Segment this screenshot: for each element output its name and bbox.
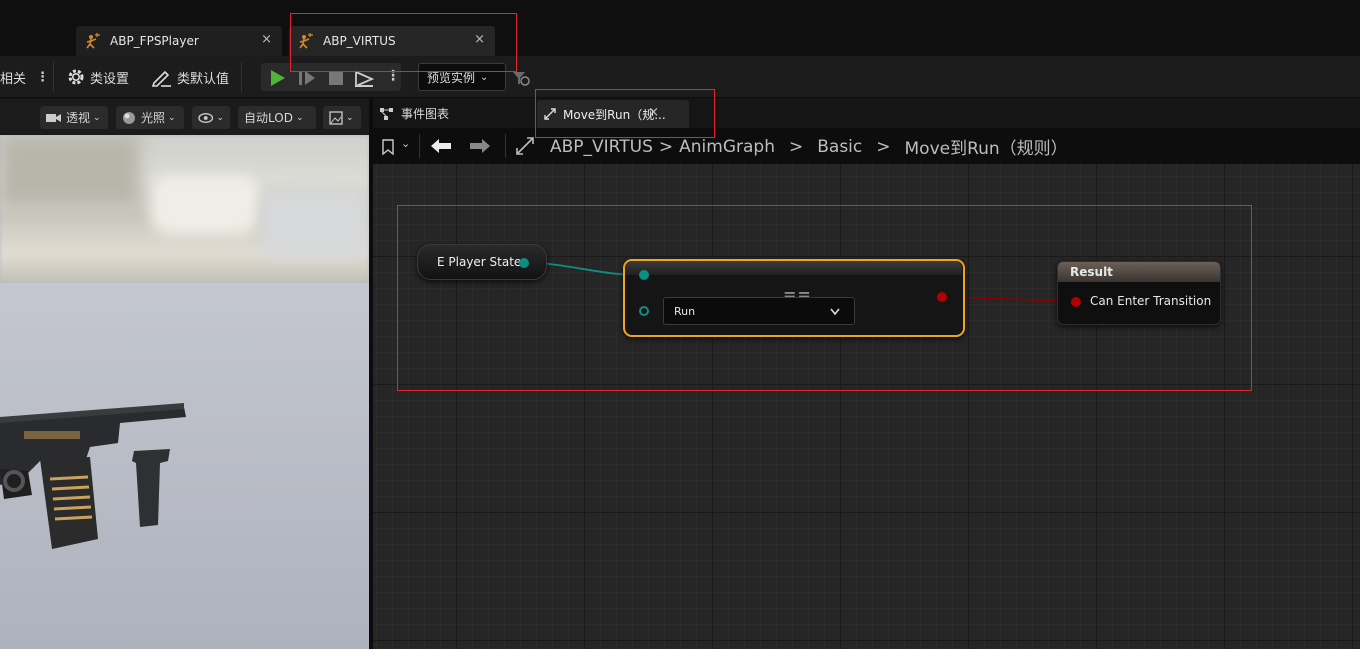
tab-move-to-run-rule[interactable]: Move到Run（规... × <box>537 100 689 128</box>
edit-defaults-icon <box>151 70 171 87</box>
breadcrumb-separator: > <box>788 136 804 157</box>
step-icon[interactable] <box>297 68 317 88</box>
tab-label: 事件图表 <box>401 107 450 121</box>
related-label: 相关 <box>0 71 27 87</box>
eye-icon <box>198 112 214 123</box>
document-tab-bar: ABP_FPSPlayer × ABP_VIRTUS × <box>0 0 1360 56</box>
breadcrumb-item[interactable]: AnimGraph <box>679 137 775 157</box>
more-options-icon[interactable]: ⋮ <box>36 70 49 85</box>
class-defaults-button[interactable]: 类默认值 <box>151 64 229 90</box>
anim-blueprint-icon <box>299 33 313 49</box>
node-title: Result <box>1070 265 1113 279</box>
graph-tab-bar: 事件图表 Move到Run（规... × <box>373 99 1360 128</box>
image-icon <box>329 110 343 125</box>
breadcrumb-separator: > <box>876 136 891 157</box>
toolbar-divider <box>53 62 54 92</box>
chevron-down-icon: ⌄ <box>295 112 304 123</box>
chevron-down-icon: ⌄ <box>346 112 354 123</box>
tab-abp-virtus[interactable]: ABP_VIRTUS × <box>289 26 495 56</box>
transition-icon <box>544 108 556 120</box>
debug-filter-icon[interactable] <box>511 68 531 88</box>
preview-viewport[interactable]: 透视 ⌄ 光照 ⌄ ⌄ 自动LOD ⌄ ⌄ <box>0 99 369 649</box>
perspective-label: 透视 <box>66 111 91 125</box>
enum-input-pin-a[interactable] <box>639 270 649 280</box>
pin-label: Can Enter Transition <box>1090 294 1212 308</box>
class-settings-button[interactable]: 类设置 <box>66 64 129 90</box>
chevron-down-icon: ⌄ <box>216 112 224 123</box>
enum-value-dropdown[interactable]: Run <box>663 297 855 325</box>
class-defaults-label: 类默认值 <box>177 71 230 87</box>
player-state-variable-node[interactable]: E Player State <box>417 244 547 280</box>
close-icon[interactable]: × <box>474 32 485 47</box>
event-graph-icon <box>380 107 393 120</box>
chevron-down-icon <box>830 308 840 316</box>
camera-icon <box>46 113 61 122</box>
bool-output-pin[interactable] <box>937 292 947 302</box>
tab-event-graph[interactable]: 事件图表 <box>379 105 449 122</box>
eject-icon[interactable] <box>353 68 375 88</box>
transition-icon <box>516 137 534 155</box>
breadcrumb-separator: > <box>658 136 674 157</box>
lod-label: 自动LOD <box>244 111 293 125</box>
breadcrumb-item[interactable]: ABP_VIRTUS <box>550 137 653 157</box>
toolbar-divider <box>241 62 242 92</box>
graph-canvas[interactable]: E Player State == Run Result Can Enter T… <box>373 164 1360 649</box>
equal-enum-node[interactable]: == Run <box>623 259 965 337</box>
toolbar-divider <box>505 134 506 158</box>
breadcrumb-item[interactable]: Basic <box>817 137 862 157</box>
play-icon[interactable] <box>268 68 288 88</box>
close-icon[interactable]: × <box>261 32 272 47</box>
screen-percentage-button[interactable]: ⌄ <box>323 106 361 129</box>
main-toolbar: 相关 ⋮ 类设置 类默认值 ⋮ 预览实例 ⌄ <box>0 56 1360 98</box>
lit-sphere-icon <box>123 111 135 124</box>
gear-icon <box>68 69 84 85</box>
chevron-down-icon: ⌄ <box>93 112 101 123</box>
node-label: E Player State <box>437 255 522 269</box>
show-button[interactable]: ⌄ <box>192 106 230 129</box>
related-button[interactable]: 相关 ⋮ <box>0 64 49 90</box>
lighting-label: 光照 <box>141 111 166 125</box>
stop-icon[interactable] <box>326 68 346 88</box>
graph-navigation-bar: ⌄ ABP_VIRTUS > AnimGraph > Basic > Move到… <box>373 128 1360 164</box>
enum-input-pin-b[interactable] <box>639 306 649 316</box>
tab-label: ABP_VIRTUS <box>323 34 396 48</box>
breadcrumb-item[interactable]: Move到Run（规则） <box>905 134 1068 159</box>
more-options-icon[interactable]: ⋮ <box>386 68 400 84</box>
result-node[interactable]: Result Can Enter Transition <box>1057 261 1221 325</box>
graph-wires <box>522 261 1072 302</box>
tab-abp-fpsplayer[interactable]: ABP_FPSPlayer × <box>76 26 282 56</box>
back-arrow-icon[interactable] <box>430 137 452 155</box>
viewport-background <box>0 135 369 283</box>
preview-instance-label: 预览实例 <box>427 70 476 85</box>
bool-input-pin[interactable] <box>1071 297 1081 307</box>
chevron-down-icon: ⌄ <box>168 112 176 123</box>
node-header <box>625 261 962 275</box>
class-settings-label: 类设置 <box>90 71 130 87</box>
close-icon[interactable]: × <box>648 105 659 120</box>
forward-arrow-icon[interactable] <box>469 137 491 155</box>
viewport-toolbar: 透视 ⌄ 光照 ⌄ ⌄ 自动LOD ⌄ ⌄ <box>0 99 369 135</box>
weapon-mesh <box>0 403 186 549</box>
toolbar-divider <box>419 134 420 158</box>
preview-instance-dropdown[interactable]: 预览实例 ⌄ <box>418 63 506 91</box>
perspective-button[interactable]: 透视 ⌄ <box>40 106 108 129</box>
anim-blueprint-icon <box>86 33 100 49</box>
lod-button[interactable]: 自动LOD ⌄ <box>238 106 316 129</box>
bookmark-icon[interactable] <box>381 139 395 155</box>
breadcrumb: ABP_VIRTUS > AnimGraph > Basic > Move到Ru… <box>550 134 1068 160</box>
tab-label: ABP_FPSPlayer <box>110 34 199 48</box>
dropdown-value: Run <box>674 305 696 318</box>
result-node-header: Result <box>1058 262 1220 282</box>
lighting-button[interactable]: 光照 ⌄ <box>116 106 184 129</box>
chevron-down-icon: ⌄ <box>480 71 489 83</box>
enum-output-pin[interactable] <box>519 258 529 268</box>
chevron-down-icon[interactable]: ⌄ <box>401 137 410 150</box>
